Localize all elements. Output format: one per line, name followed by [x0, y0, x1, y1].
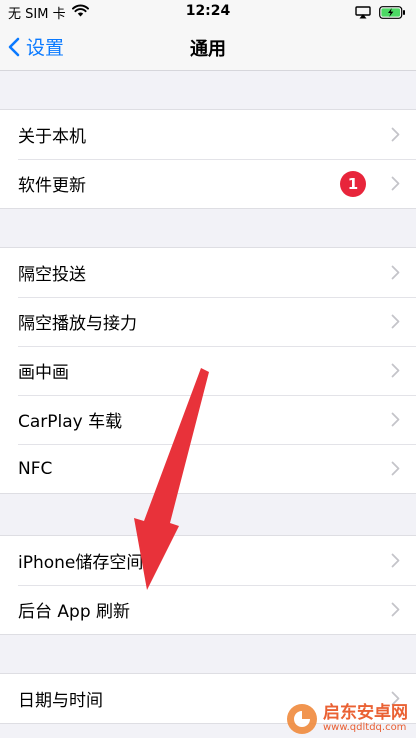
- row-label: NFC: [18, 458, 53, 479]
- chevron-right-icon: [391, 127, 400, 142]
- watermark-logo-icon: [287, 704, 317, 734]
- chevron-right-icon: [391, 412, 400, 427]
- watermark-url: www.qdltdq.com: [323, 722, 407, 733]
- chevron-right-icon: [391, 314, 400, 329]
- settings-row-airplay-handoff[interactable]: 隔空播放与接力: [0, 297, 416, 346]
- row-label: 后台 App 刷新: [18, 602, 131, 622]
- row-label: 隔空投送: [18, 265, 86, 285]
- settings-group-connectivity: 隔空投送 隔空播放与接力 画中画 CarPlay 车载 NFC: [0, 247, 416, 494]
- watermark-text: 启东安卓网 www.qdltdq.com: [323, 704, 408, 734]
- row-label: 关于本机: [18, 127, 86, 147]
- watermark: 启东安卓网 www.qdltdq.com: [287, 704, 408, 734]
- page-title: 通用: [190, 39, 226, 60]
- row-label: 软件更新: [18, 176, 86, 196]
- settings-row-airdrop[interactable]: 隔空投送: [0, 248, 416, 297]
- settings-row-about[interactable]: 关于本机: [0, 110, 416, 159]
- settings-row-iphone-storage[interactable]: iPhone储存空间: [0, 536, 416, 585]
- status-bar: 无 SIM 卡 12:24: [0, 0, 416, 24]
- row-label: 隔空播放与接力: [18, 314, 137, 334]
- settings-row-carplay[interactable]: CarPlay 车载: [0, 395, 416, 444]
- chevron-right-icon: [391, 363, 400, 378]
- row-label: 日期与时间: [18, 691, 103, 711]
- settings-row-nfc[interactable]: NFC: [0, 444, 416, 493]
- navigation-bar: 设置 通用: [0, 24, 416, 71]
- settings-row-background-app-refresh[interactable]: 后台 App 刷新: [0, 585, 416, 634]
- chevron-right-icon: [391, 602, 400, 617]
- status-time: 12:24: [185, 3, 231, 19]
- chevron-right-icon: [391, 265, 400, 280]
- settings-row-software-update[interactable]: 软件更新 1: [0, 159, 416, 208]
- status-right: [355, 4, 406, 23]
- settings-row-picture-in-picture[interactable]: 画中画: [0, 346, 416, 395]
- watermark-name: 启东安卓网: [323, 703, 408, 723]
- row-label: 画中画: [18, 363, 69, 383]
- screen-mirroring-icon: [355, 4, 371, 23]
- chevron-right-icon: [391, 176, 400, 191]
- row-label: iPhone储存空间: [18, 553, 144, 573]
- row-label: CarPlay 车载: [18, 412, 123, 432]
- chevron-right-icon: [391, 553, 400, 568]
- battery-charging-icon: [379, 4, 406, 23]
- settings-group-storage: iPhone储存空间 后台 App 刷新: [0, 535, 416, 635]
- settings-group-about: 关于本机 软件更新 1: [0, 109, 416, 209]
- update-count-badge: 1: [340, 171, 366, 197]
- chevron-right-icon: [391, 461, 400, 476]
